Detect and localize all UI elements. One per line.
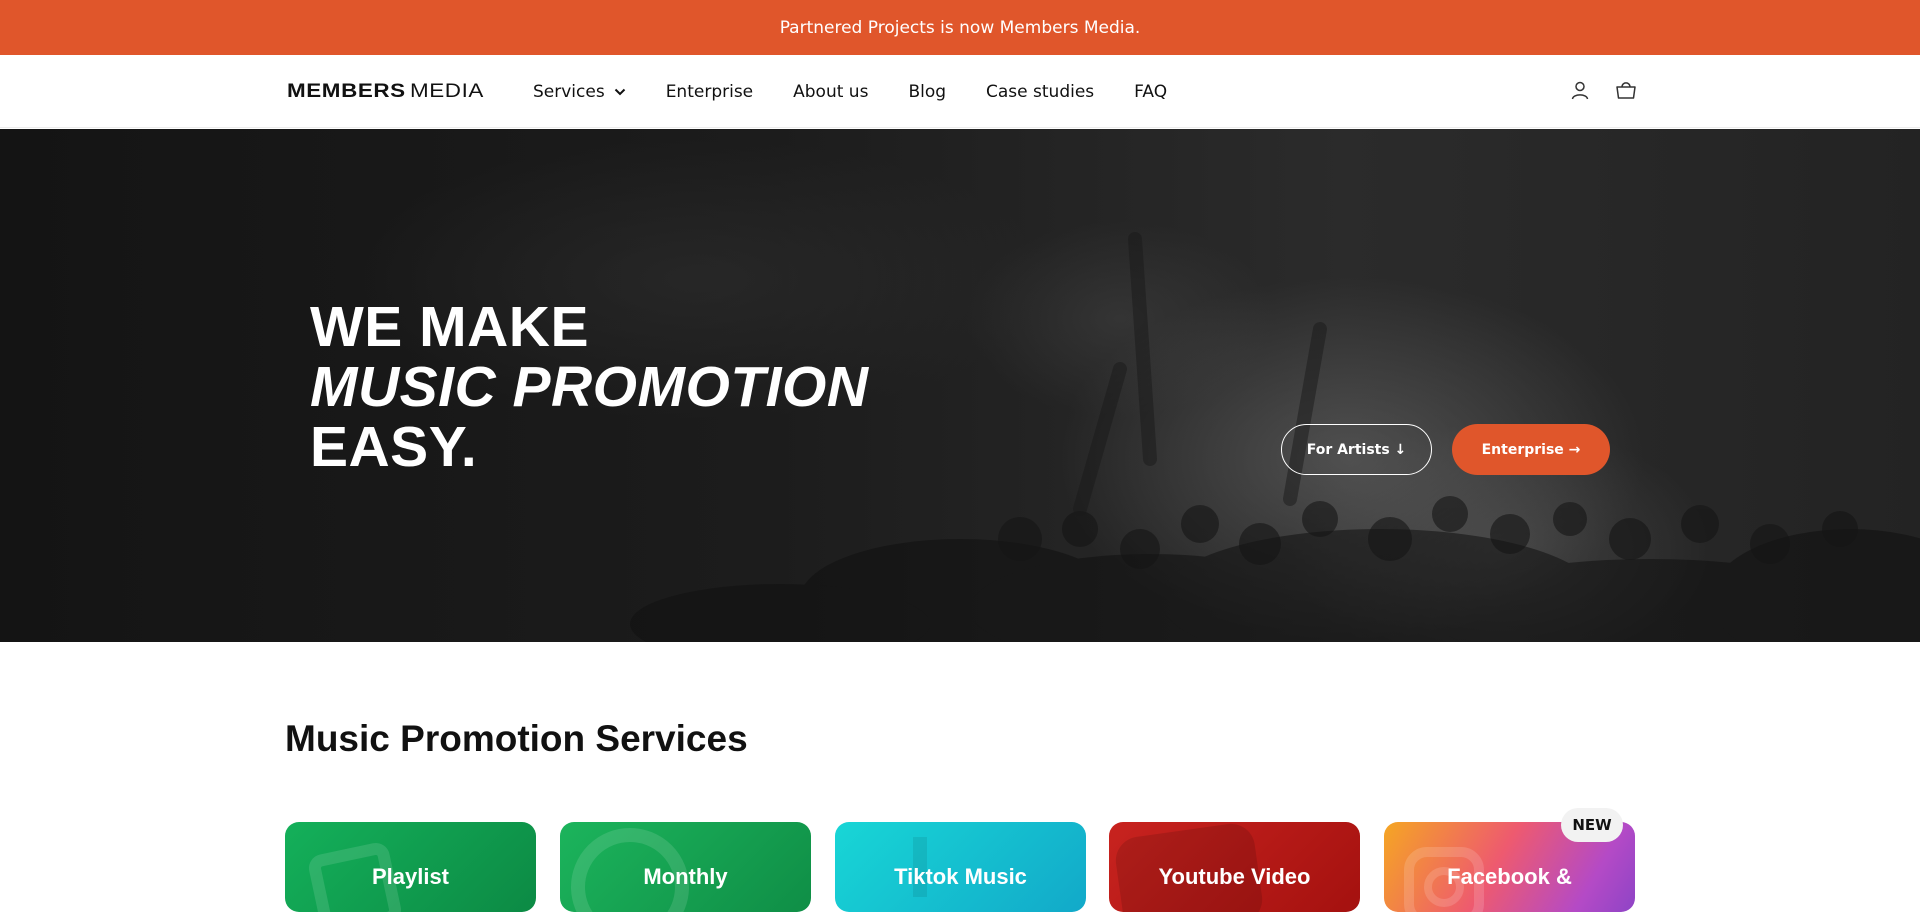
card-label: Monthly — [643, 864, 728, 889]
nav-item-case-studies[interactable]: Case studies — [986, 82, 1094, 102]
nav-label: Blog — [908, 81, 947, 102]
cart-icon[interactable] — [1615, 79, 1637, 101]
new-badge: NEW — [1561, 808, 1623, 842]
nav-label: Enterprise — [665, 81, 754, 102]
enterprise-button[interactable]: Enterprise → — [1452, 424, 1610, 475]
main-nav: Services Enterprise About us Blog Case s… — [533, 55, 1207, 128]
hero-headline: WE MAKE MUSIC PROMOTION EASY. — [310, 297, 869, 477]
announcement-bar: Partnered Projects is now Members Media. — [0, 0, 1920, 55]
nav-label: Services — [533, 81, 605, 102]
site-header: MEMBERS MEDIA Services Enterprise About … — [0, 55, 1920, 128]
card-label: Youtube Video — [1158, 864, 1311, 889]
card-label: Facebook & — [1447, 864, 1572, 889]
service-card-playlist[interactable]: Playlist — [285, 822, 536, 912]
hero-line-2: MUSIC PROMOTION — [310, 355, 869, 419]
header-icons — [1569, 79, 1637, 101]
logo-bold-text: MEMBERS — [287, 81, 406, 102]
nav-item-faq[interactable]: FAQ — [1134, 82, 1167, 102]
account-icon[interactable] — [1569, 79, 1591, 101]
nav-label: About us — [793, 81, 869, 102]
logo-light-text: MEDIA — [409, 81, 484, 102]
hero-banner: WE MAKE MUSIC PROMOTION EASY. For Artist… — [0, 129, 1920, 642]
announcement-text: Partnered Projects is now Members Media. — [779, 17, 1141, 38]
service-card-youtube[interactable]: Youtube Video — [1109, 822, 1360, 912]
card-label: Tiktok Music — [894, 864, 1027, 889]
nav-item-enterprise[interactable]: Enterprise — [666, 82, 753, 102]
nav-label: Case studies — [986, 81, 1095, 102]
nav-item-blog[interactable]: Blog — [908, 82, 946, 102]
nav-item-services[interactable]: Services — [533, 82, 626, 102]
hero-line-1: WE MAKE — [310, 295, 589, 359]
service-card-monthly[interactable]: Monthly — [560, 822, 811, 912]
chevron-down-icon — [614, 88, 625, 95]
card-label: Playlist — [371, 864, 450, 889]
section-title: Music Promotion Services — [285, 718, 748, 759]
logo[interactable]: MEMBERS MEDIA — [287, 81, 483, 103]
crowd-background-image — [630, 232, 1920, 642]
nav-label: FAQ — [1134, 81, 1168, 102]
hero-line-3: EASY. — [310, 415, 478, 479]
service-card-tiktok[interactable]: Tiktok Music — [835, 822, 1086, 912]
for-artists-button[interactable]: For Artists ↓ — [1281, 424, 1432, 475]
nav-item-about[interactable]: About us — [793, 82, 868, 102]
